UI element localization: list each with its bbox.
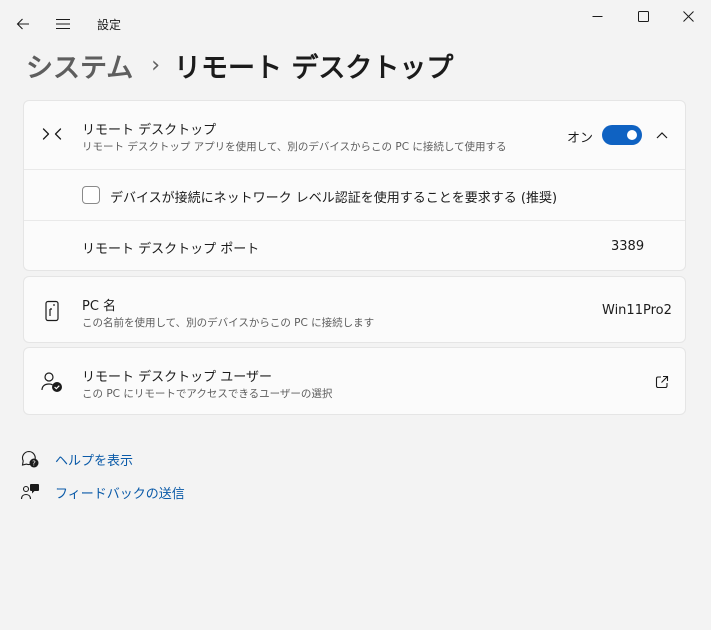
- collapse-chevron-button[interactable]: [650, 123, 674, 147]
- maximize-button[interactable]: [620, 2, 666, 30]
- pc-name-value: Win11Pro2: [602, 303, 672, 318]
- open-external-icon: [655, 375, 669, 389]
- remote-desktop-icon: [40, 123, 64, 147]
- app-title: 設定: [97, 18, 122, 32]
- pc-name-card: PC 名 この名前を使用して、別のデバイスからこの PC に接続します Win1…: [23, 276, 686, 343]
- breadcrumb: システム › リモート デスクトップ: [26, 45, 453, 85]
- remote-desktop-users-card[interactable]: リモート デスクトップ ユーザー この PC にリモートでアクセスできるユーザー…: [23, 347, 686, 415]
- feedback-icon: [20, 482, 44, 502]
- remote-desktop-card: リモート デスクトップ リモート デスクトップ アプリを使用して、別のデバイスか…: [23, 100, 686, 271]
- close-icon: [683, 10, 694, 22]
- remote-desktop-header-row[interactable]: リモート デスクトップ リモート デスクトップ アプリを使用して、別のデバイスか…: [24, 101, 685, 169]
- breadcrumb-separator: ›: [151, 52, 161, 78]
- back-button[interactable]: [8, 10, 38, 38]
- remote-desktop-toggle[interactable]: [602, 125, 642, 145]
- navigation-menu-button[interactable]: [48, 10, 78, 38]
- maximize-icon: [637, 10, 649, 22]
- divider: [24, 220, 685, 221]
- minimize-button[interactable]: [574, 2, 620, 30]
- help-link[interactable]: ヘルプを表示: [55, 450, 133, 469]
- close-button[interactable]: [666, 2, 711, 30]
- users-title: リモート デスクトップ ユーザー: [82, 370, 273, 385]
- pc-name-title: PC 名: [82, 299, 117, 314]
- back-arrow-icon: [16, 18, 29, 30]
- toggle-knob: [627, 130, 637, 140]
- user-check-icon: [40, 370, 64, 394]
- port-value: 3389: [611, 239, 645, 254]
- feedback-link-row[interactable]: フィードバックの送信: [20, 482, 185, 502]
- page-title: リモート デスクトップ: [174, 52, 454, 84]
- help-icon: ?: [20, 449, 44, 469]
- title-bar: 設定: [0, 0, 711, 44]
- toggle-state-label: オン: [567, 131, 594, 146]
- pc-name-description: この名前を使用して、別のデバイスからこの PC に接続します: [82, 317, 375, 329]
- chevron-up-icon: [656, 132, 668, 139]
- open-external-button[interactable]: [652, 372, 672, 392]
- minimize-icon: [592, 15, 602, 17]
- nla-checkbox[interactable]: [82, 186, 100, 204]
- svg-text:?: ?: [32, 460, 36, 468]
- remote-desktop-description: リモート デスクトップ アプリを使用して、別のデバイスからこの PC に接続して…: [82, 141, 507, 153]
- nla-checkbox-label[interactable]: デバイスが接続にネットワーク レベル認証を使用することを要求する (推奨): [110, 187, 557, 206]
- hamburger-menu-icon: [56, 18, 70, 30]
- help-link-row[interactable]: ? ヘルプを表示: [20, 449, 133, 469]
- pc-name-icon: [40, 299, 64, 323]
- breadcrumb-parent-system[interactable]: システム: [26, 46, 133, 85]
- users-description: この PC にリモートでアクセスできるユーザーの選択: [82, 388, 333, 400]
- remote-desktop-title: リモート デスクトップ: [82, 123, 217, 138]
- feedback-link[interactable]: フィードバックの送信: [55, 483, 185, 502]
- port-label: リモート デスクトップ ポート: [82, 242, 260, 257]
- divider: [24, 169, 685, 170]
